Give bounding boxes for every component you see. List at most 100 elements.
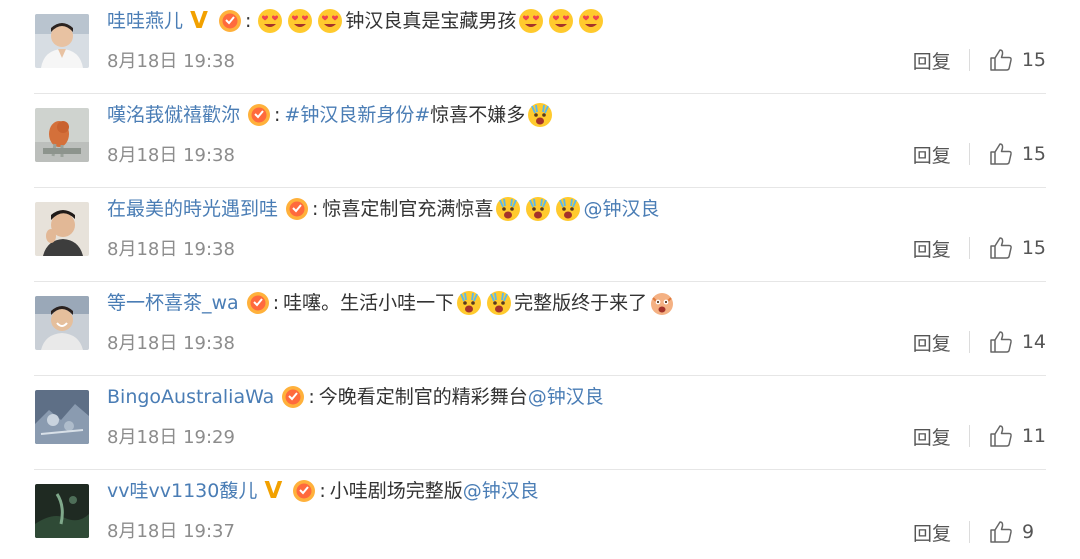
verified-v-icon: V	[264, 478, 283, 504]
like-button[interactable]: 15	[988, 235, 1046, 261]
comment-line: BingoAustraliaWa : 今晚看定制官的精彩舞台 @钟汉良	[107, 380, 604, 414]
comment-line: 在最美的時光遇到哇 : 惊喜定制官充满惊喜 @钟汉良	[107, 192, 659, 226]
divider	[968, 237, 970, 259]
timestamp: 8月18日 19:38	[107, 51, 235, 72]
comment-text: 钟汉良真是宝藏男孩	[345, 10, 517, 32]
comment-text: 哇噻。生活小哇一下	[283, 292, 455, 314]
avatar[interactable]	[35, 296, 89, 350]
like-button[interactable]: 14	[988, 329, 1046, 355]
comment-text: 完整版终于来了	[514, 292, 648, 314]
timestamp: 8月18日 19:38	[107, 145, 235, 166]
mention-link[interactable]: @钟汉良	[463, 474, 539, 508]
avatar[interactable]	[35, 14, 89, 68]
avatar[interactable]	[35, 390, 89, 444]
verified-v-icon: V	[190, 8, 208, 34]
heart-eyes-emoji	[547, 7, 575, 35]
timestamp: 8月18日 19:37	[107, 521, 235, 542]
comment-item: 嘆洺莪僦禧歡沵 : #钟汉良新身份# 惊喜不嫌多 8月18日 19:38 回复 …	[0, 94, 1080, 188]
like-count: 11	[1021, 425, 1046, 447]
comment-item: BingoAustraliaWa : 今晚看定制官的精彩舞台 @钟汉良 8月18…	[0, 376, 1080, 470]
comment-text: 小哇剧场完整版	[329, 480, 463, 502]
divider	[968, 143, 970, 165]
like-count: 14	[1021, 331, 1046, 353]
comment-actions: 回复 9	[913, 517, 1046, 547]
thumbs-up-icon	[990, 331, 1012, 353]
username[interactable]: 嘆洺莪僦禧歡沵	[107, 98, 240, 132]
thumbs-up-icon	[990, 521, 1012, 543]
comment-item: 哇哇燕儿 V : 钟汉良真是宝藏男孩 8月18日 19:38 回复 15	[0, 0, 1080, 94]
divider	[968, 425, 970, 447]
timestamp: 8月18日 19:38	[107, 333, 235, 354]
thumbs-up-icon	[990, 49, 1012, 71]
reply-button[interactable]: 回复	[913, 423, 951, 450]
fan-medal-icon	[246, 102, 272, 128]
timestamp: 8月18日 19:38	[107, 239, 235, 260]
reply-button[interactable]: 回复	[913, 329, 951, 356]
reply-button[interactable]: 回复	[913, 235, 951, 262]
like-button[interactable]: 9	[988, 519, 1046, 545]
fan-medal-icon	[245, 290, 271, 316]
username[interactable]: BingoAustraliaWa	[107, 380, 274, 414]
surprised-emoji	[485, 289, 513, 317]
like-button[interactable]: 15	[988, 141, 1046, 167]
comment-item: vv哇vv1130馥儿 V : 小哇剧场完整版 @钟汉良 8月18日 19:37…	[0, 470, 1080, 559]
surprised-emoji	[524, 195, 552, 223]
surprised-emoji	[526, 101, 554, 129]
like-count: 9	[1022, 521, 1035, 543]
like-count: 15	[1021, 49, 1046, 71]
comment-actions: 回复 11	[913, 421, 1046, 451]
colon: :	[274, 104, 281, 126]
comment-actions: 回复 15	[913, 139, 1046, 169]
fan-medal-icon	[291, 478, 317, 504]
reply-button[interactable]: 回复	[913, 141, 951, 168]
heart-eyes-emoji	[316, 7, 344, 35]
reply-button[interactable]: 回复	[913, 519, 951, 546]
heart-eyes-emoji	[256, 7, 284, 35]
shocked-face-emoji	[648, 289, 676, 317]
thumbs-up-icon	[990, 425, 1012, 447]
comment-item: 在最美的時光遇到哇 : 惊喜定制官充满惊喜 @钟汉良 8月18日 19:38 回…	[0, 188, 1080, 282]
like-count: 15	[1021, 237, 1046, 259]
comment-item: 等一杯喜茶_wa : 哇噻。生活小哇一下 完整版终于来了 8月18日 19:38…	[0, 282, 1080, 376]
heart-eyes-emoji	[286, 7, 314, 35]
username[interactable]: 等一杯喜茶_wa	[107, 286, 239, 320]
thumbs-up-icon	[990, 143, 1012, 165]
divider	[968, 49, 970, 71]
username[interactable]: vv哇vv1130馥儿	[107, 474, 257, 508]
avatar[interactable]	[35, 108, 89, 162]
like-count: 15	[1021, 143, 1046, 165]
username[interactable]: 在最美的時光遇到哇	[107, 192, 278, 226]
divider	[968, 331, 970, 353]
comment-actions: 回复 14	[913, 327, 1046, 357]
comment-text: 惊喜定制官充满惊喜	[322, 198, 494, 220]
colon: :	[319, 480, 326, 502]
comment-actions: 回复 15	[913, 45, 1046, 75]
timestamp: 8月18日 19:29	[107, 427, 235, 448]
comment-list: 哇哇燕儿 V : 钟汉良真是宝藏男孩 8月18日 19:38 回复 15 嘆洺莪…	[0, 0, 1080, 559]
surprised-emoji	[494, 195, 522, 223]
thumbs-up-icon	[990, 237, 1012, 259]
fan-medal-icon	[284, 196, 310, 222]
mention-link[interactable]: @钟汉良	[583, 192, 659, 226]
colon: :	[308, 386, 315, 408]
mention-link[interactable]: @钟汉良	[528, 380, 604, 414]
divider	[969, 521, 970, 543]
comment-line: 等一杯喜茶_wa : 哇噻。生活小哇一下 完整版终于来了	[107, 286, 677, 320]
avatar[interactable]	[35, 484, 89, 538]
avatar[interactable]	[35, 202, 89, 256]
comment-text: 惊喜不嫌多	[430, 104, 526, 126]
fan-medal-icon	[217, 8, 243, 34]
hashtag-link[interactable]: #钟汉良新身份#	[284, 98, 430, 132]
comment-line: vv哇vv1130馥儿 V : 小哇剧场完整版 @钟汉良	[107, 474, 539, 508]
like-button[interactable]: 15	[988, 47, 1046, 73]
username[interactable]: 哇哇燕儿	[107, 4, 183, 38]
heart-eyes-emoji	[517, 7, 545, 35]
colon: :	[272, 292, 280, 314]
fan-medal-icon	[280, 384, 306, 410]
colon: :	[245, 10, 252, 32]
comment-actions: 回复 15	[913, 233, 1046, 263]
comment-line: 哇哇燕儿 V : 钟汉良真是宝藏男孩	[107, 4, 606, 38]
like-button[interactable]: 11	[988, 423, 1046, 449]
colon: :	[312, 198, 319, 220]
reply-button[interactable]: 回复	[913, 47, 951, 74]
